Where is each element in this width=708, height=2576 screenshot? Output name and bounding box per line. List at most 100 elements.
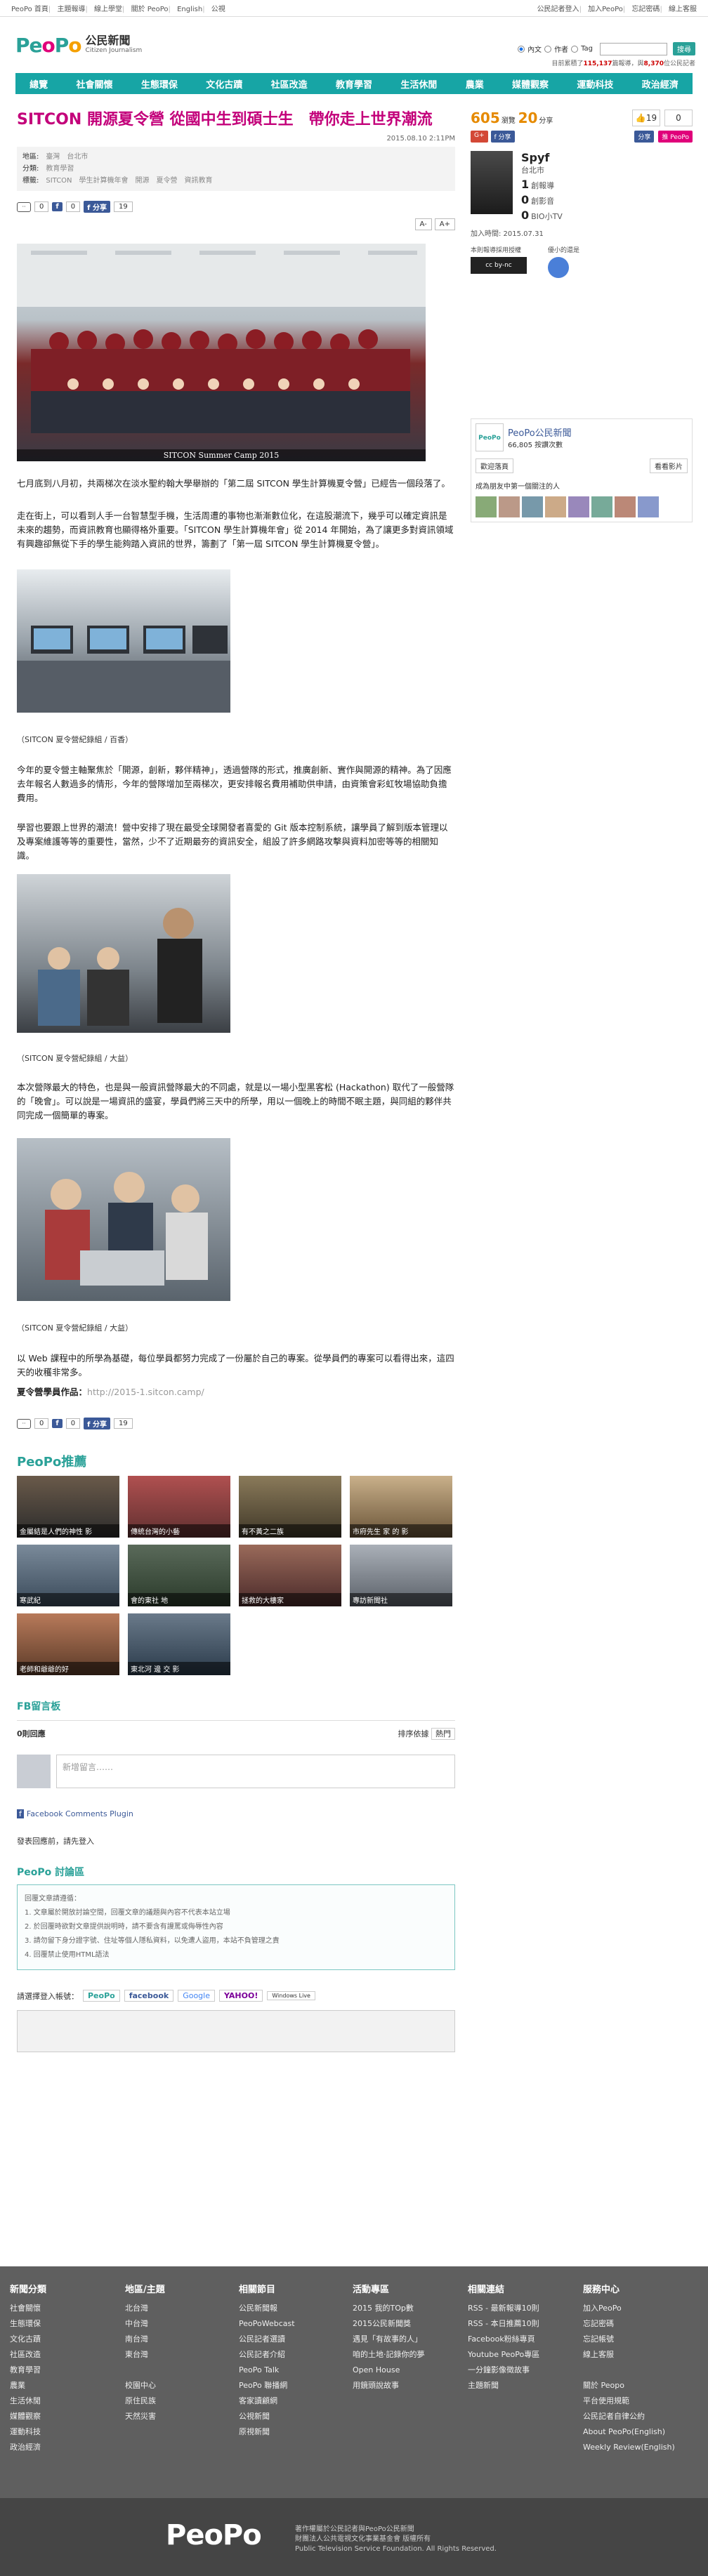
comment-icon[interactable]: ·· bbox=[17, 1418, 31, 1429]
fb-share-button[interactable]: f 分享 bbox=[84, 201, 110, 213]
footer-link[interactable]: RSS - 本日推薦10則 bbox=[468, 2316, 573, 2332]
footer-link[interactable]: 遇見「有故事的人」 bbox=[353, 2332, 458, 2347]
meta-region[interactable]: 臺灣 台北市 bbox=[46, 153, 88, 161]
top-link-join[interactable]: 加入PeoPo bbox=[588, 6, 623, 13]
footer-link[interactable]: 加入PeoPo bbox=[583, 2301, 688, 2316]
footer-link[interactable]: 2015 我的TOp數 bbox=[353, 2301, 458, 2316]
footer-link[interactable]: 中台灣 bbox=[125, 2316, 230, 2332]
top-link-support[interactable]: 線上客服 bbox=[669, 6, 697, 13]
fb-page-name[interactable]: PeoPo公民新聞 bbox=[508, 425, 572, 439]
footer-link[interactable]: Youtube PeoPo專區 bbox=[468, 2347, 573, 2363]
footer-link[interactable]: 平台使用規範 bbox=[583, 2393, 688, 2409]
fb-icon[interactable]: f bbox=[52, 202, 63, 211]
like-count[interactable]: 👍 19 bbox=[632, 110, 660, 126]
fb-share-small-button[interactable]: f 分享 bbox=[490, 131, 515, 143]
fb-share-side-button[interactable]: 分享 bbox=[634, 131, 655, 143]
recommend-item[interactable]: 有不黃之二族 bbox=[239, 1476, 341, 1538]
recommend-item[interactable]: 老師和爺爺的好 bbox=[17, 1613, 119, 1675]
footer-link[interactable]: About PeoPo(English) bbox=[583, 2424, 688, 2440]
cc-license-icon[interactable]: cc by-nc bbox=[471, 257, 527, 274]
login-google[interactable]: Google bbox=[178, 1990, 215, 2002]
recommend-item[interactable]: 拯救的大樓家 bbox=[239, 1545, 341, 1606]
fb-plugin-label[interactable]: f Facebook Comments Plugin bbox=[17, 1809, 455, 1818]
nav-item[interactable]: 政治經濟 bbox=[642, 77, 678, 91]
footer-link[interactable]: 南台灣 bbox=[125, 2332, 230, 2347]
footer-link[interactable]: 農業 bbox=[10, 2378, 115, 2393]
login-yahoo[interactable]: YAHOO! bbox=[219, 1990, 263, 2002]
nav-item[interactable]: 農業 bbox=[466, 77, 484, 91]
radio-author[interactable] bbox=[544, 45, 552, 53]
nav-item[interactable]: 文化古蹟 bbox=[206, 77, 242, 91]
nav-item[interactable]: 社區改造 bbox=[271, 77, 308, 91]
author-avatar[interactable] bbox=[471, 151, 513, 214]
fb-watch-video-button[interactable]: 看看影片 bbox=[650, 458, 688, 473]
search-button[interactable]: 搜尋 bbox=[673, 42, 695, 55]
fb-like-page-button[interactable]: 歡迎落頁 bbox=[476, 458, 513, 473]
top-link-school[interactable]: 線上學堂 bbox=[94, 6, 122, 13]
footer-link[interactable]: 媒體觀察 bbox=[10, 2409, 115, 2424]
footer-link[interactable]: PeoPo 聯播網 bbox=[239, 2378, 344, 2393]
footer-link[interactable]: 北台灣 bbox=[125, 2301, 230, 2316]
footer-link[interactable]: 公視新聞 bbox=[239, 2409, 344, 2424]
nav-item[interactable]: 運動科技 bbox=[577, 77, 613, 91]
footer-link[interactable]: 原住民族 bbox=[125, 2393, 230, 2409]
footer-link[interactable]: 政治經濟 bbox=[10, 2440, 115, 2455]
footer-link[interactable]: 用鏡頭說故事 bbox=[353, 2378, 458, 2393]
top-link-login[interactable]: 公民記者登入 bbox=[537, 6, 579, 13]
footer-link[interactable]: 社區改造 bbox=[10, 2347, 115, 2363]
footer-link[interactable]: 東台灣 bbox=[125, 2347, 230, 2363]
gplus-button[interactable]: G+ bbox=[471, 131, 488, 143]
footer-link[interactable]: 文化古蹟 bbox=[10, 2332, 115, 2347]
recommend-item[interactable]: 傳統台灣的小藝 bbox=[128, 1476, 230, 1538]
radio-tag[interactable] bbox=[571, 45, 579, 53]
footer-link[interactable]: Facebook粉絲專頁 bbox=[468, 2332, 573, 2347]
push-button[interactable]: 推 PeoPo bbox=[658, 131, 693, 143]
recommend-item[interactable]: 寒武紀 bbox=[17, 1545, 119, 1606]
top-link-english[interactable]: English bbox=[177, 6, 202, 13]
top-link-topics[interactable]: 主題報導 bbox=[57, 6, 85, 13]
recommend-item[interactable]: 專訪新聞社 bbox=[350, 1545, 452, 1606]
footer-link[interactable]: 2015公民新聞獎 bbox=[353, 2316, 458, 2332]
nav-item[interactable]: 生態環保 bbox=[141, 77, 178, 91]
footer-link[interactable]: 教育學習 bbox=[10, 2363, 115, 2378]
footer-link[interactable]: RSS - 最新報導10則 bbox=[468, 2301, 573, 2316]
login-peopo[interactable]: PeoPo bbox=[83, 1990, 120, 2002]
author-name[interactable]: Spyf bbox=[521, 151, 563, 164]
font-decrease-button[interactable]: A- bbox=[414, 218, 432, 230]
recommend-item[interactable]: 金屬結是人們的神性 影 bbox=[17, 1476, 119, 1538]
footer-link[interactable]: 公民記者自律公約 bbox=[583, 2409, 688, 2424]
forum-reply-textarea[interactable] bbox=[17, 2010, 455, 2052]
footer-link[interactable]: 關於 Peopo bbox=[583, 2378, 688, 2393]
footer-link[interactable]: 一分鐘影像徵故事 bbox=[468, 2363, 573, 2378]
footer-link[interactable]: Weekly Review(English) bbox=[583, 2440, 688, 2455]
top-link-pts[interactable]: 公視 bbox=[211, 6, 225, 13]
nav-item[interactable]: 媒體觀察 bbox=[512, 77, 549, 91]
recommend-item[interactable]: 東北河 邊 交 影 bbox=[128, 1613, 230, 1675]
fb-comment-input[interactable]: 新增留言…… bbox=[56, 1755, 455, 1788]
recommend-item[interactable]: 市府先生 家 的 影 bbox=[350, 1476, 452, 1538]
nav-item[interactable]: 教育學習 bbox=[336, 77, 372, 91]
login-facebook[interactable]: facebook bbox=[124, 1990, 174, 2002]
nav-item[interactable]: 總覽 bbox=[29, 77, 48, 91]
footer-link[interactable]: 運動科技 bbox=[10, 2424, 115, 2440]
fb-icon[interactable]: f bbox=[52, 1419, 63, 1428]
top-link-about[interactable]: 關於 PeoPo bbox=[131, 6, 169, 13]
footer-link[interactable]: 天然災害 bbox=[125, 2409, 230, 2424]
fb-share-button[interactable]: f 分享 bbox=[84, 1418, 110, 1429]
footer-link[interactable]: 校園中心 bbox=[125, 2378, 230, 2393]
footer-link[interactable]: 生態環保 bbox=[10, 2316, 115, 2332]
footer-link[interactable]: 原視新聞 bbox=[239, 2424, 344, 2440]
footer-link[interactable]: 公民新聞報 bbox=[239, 2301, 344, 2316]
footer-link[interactable]: 社會關懷 bbox=[10, 2301, 115, 2316]
nav-item[interactable]: 生活休閒 bbox=[400, 77, 437, 91]
search-input[interactable] bbox=[600, 42, 667, 55]
site-logo[interactable]: PeoPo 公民新聞 Citizen Journalism bbox=[15, 34, 142, 57]
nav-item[interactable]: 社會關懷 bbox=[77, 77, 113, 91]
footer-link[interactable]: PeoPo Talk bbox=[239, 2363, 344, 2378]
top-link-home[interactable]: PeoPo 首頁 bbox=[11, 6, 48, 13]
fb-sort-select[interactable]: 熱門 bbox=[431, 1728, 455, 1740]
footer-link[interactable]: 公民記者選讀 bbox=[239, 2332, 344, 2347]
footer-link[interactable]: 線上客服 bbox=[583, 2347, 688, 2363]
works-link[interactable]: http://2015-1.sitcon.camp/ bbox=[87, 1387, 204, 1397]
meta-category[interactable]: 教育學習 bbox=[46, 165, 74, 173]
